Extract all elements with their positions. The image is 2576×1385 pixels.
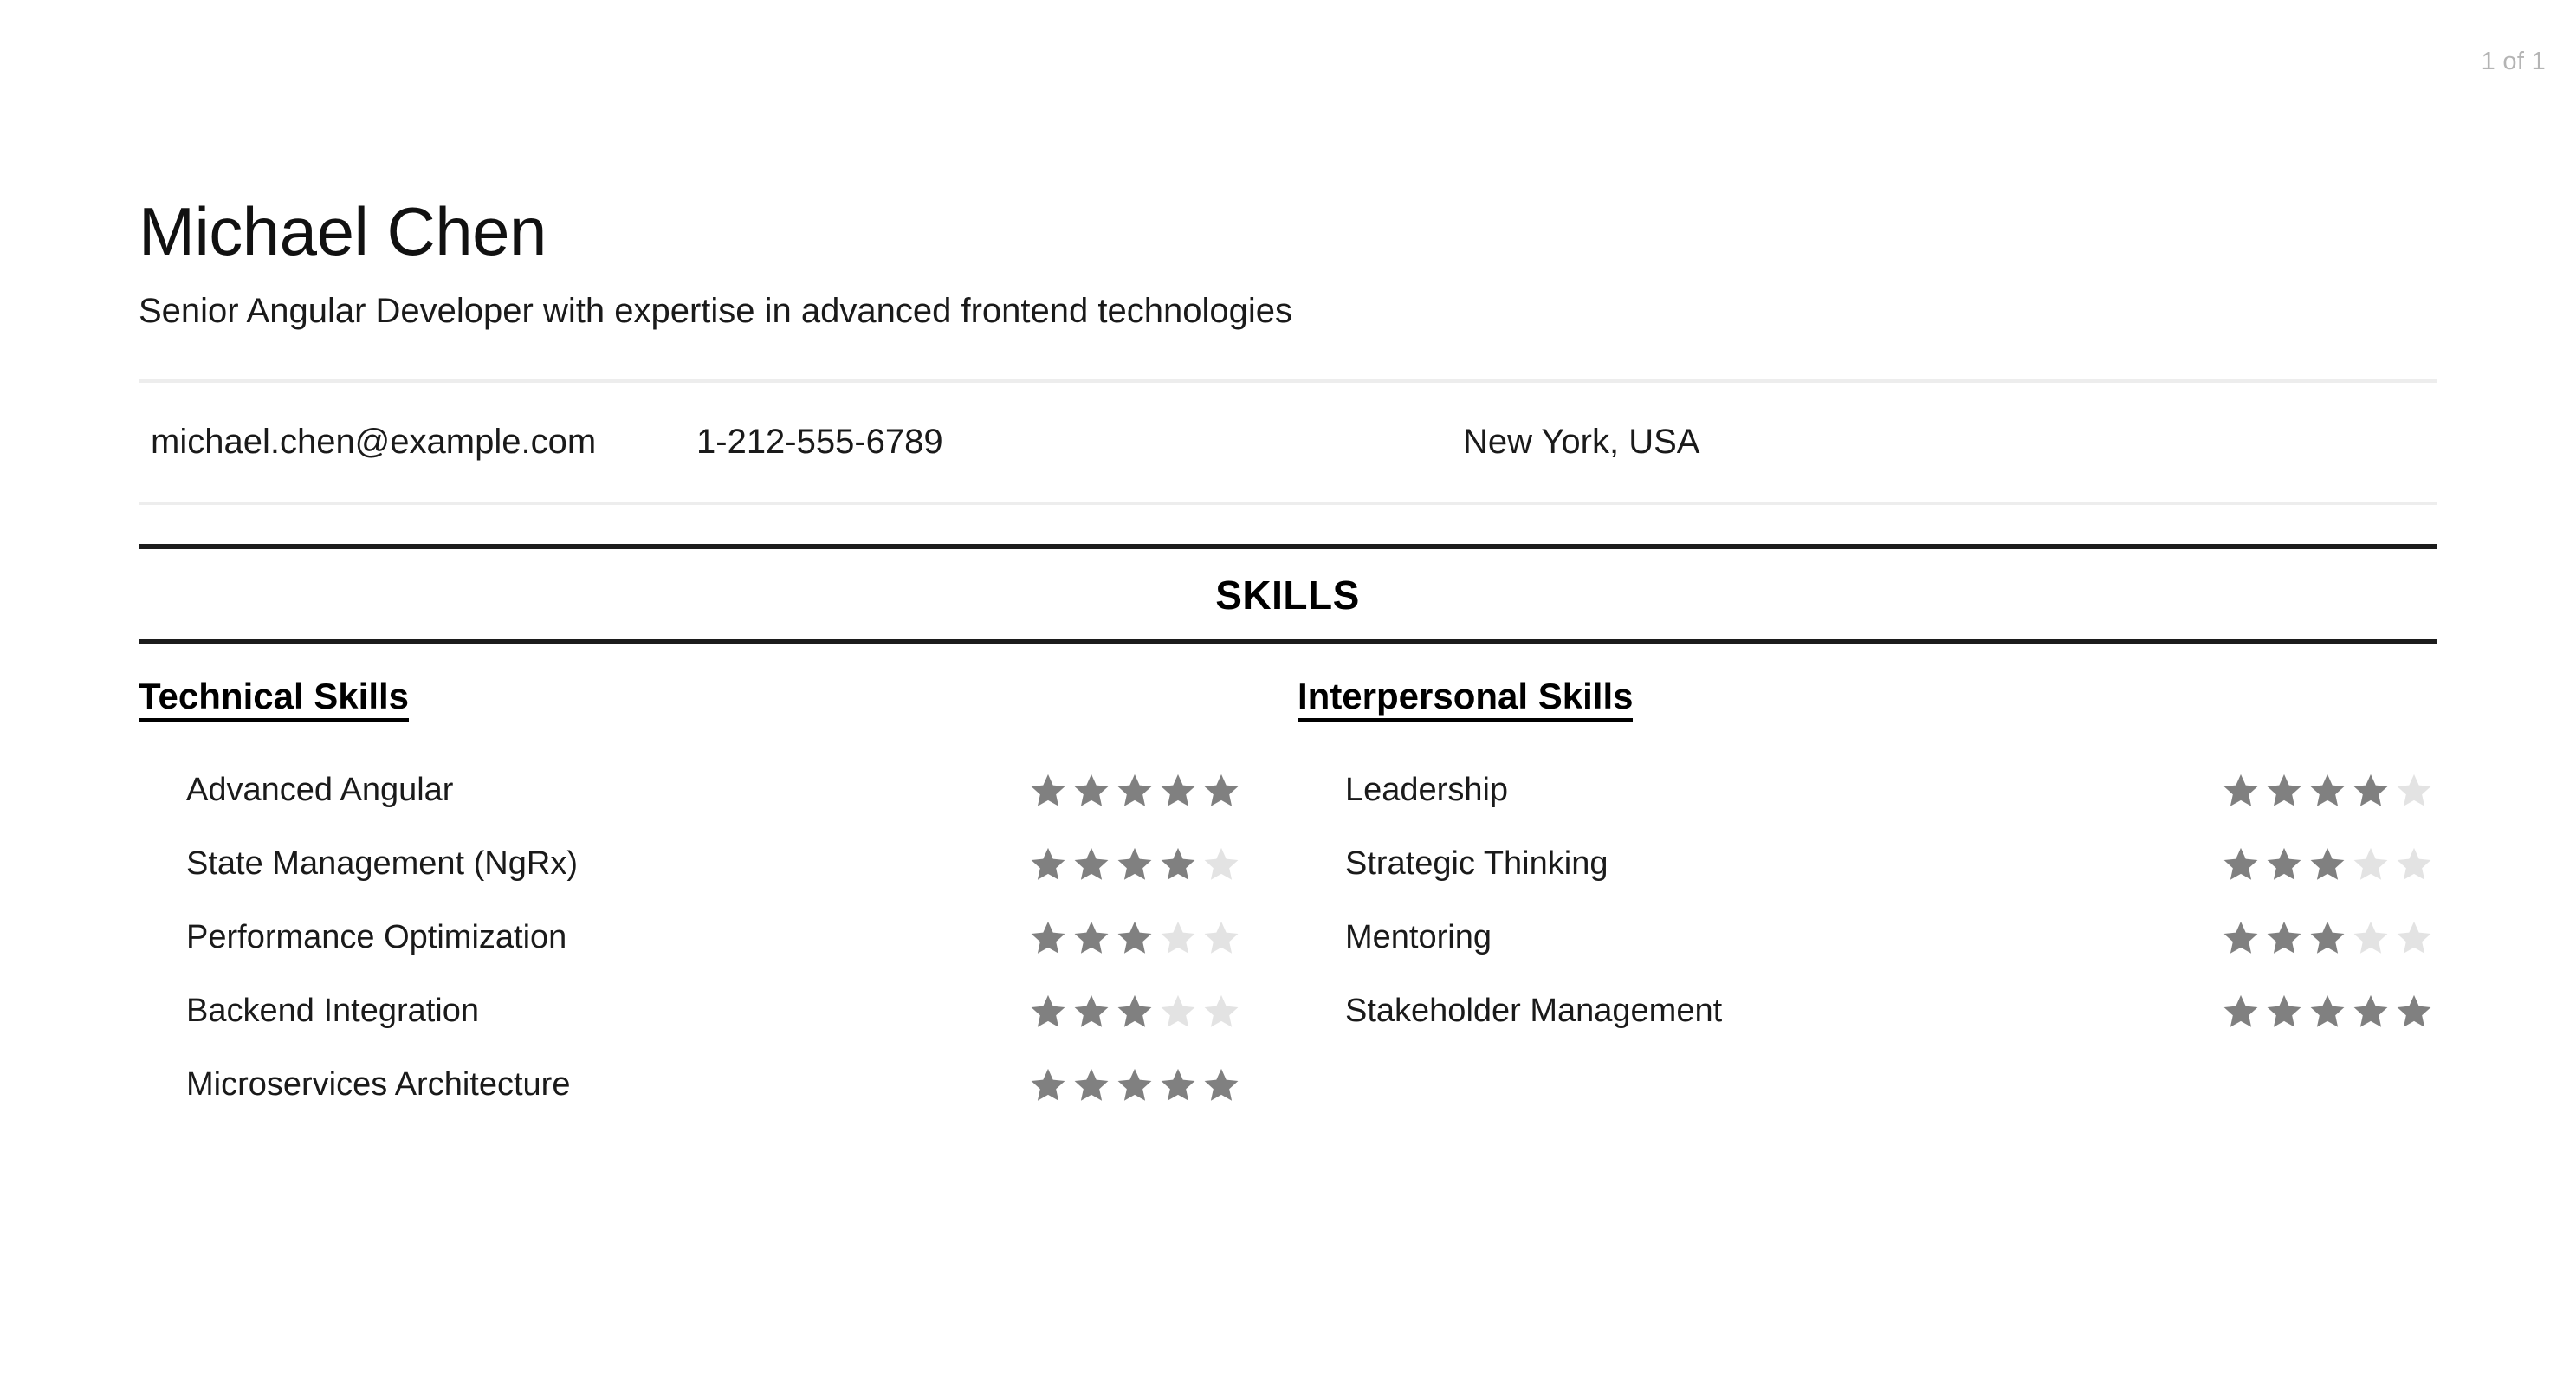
star-filled-icon [2310, 994, 2345, 1027]
star-filled-icon [2223, 921, 2258, 954]
skill-row: State Management (NgRx) [139, 827, 1287, 901]
star-filled-icon [1074, 847, 1109, 880]
star-filled-icon [1204, 773, 1239, 806]
skill-row: Stakeholder Management [1298, 974, 2436, 1048]
star-filled-icon [2397, 994, 2431, 1027]
skill-name: State Management (NgRx) [186, 845, 578, 883]
star-filled-icon [1117, 921, 1152, 954]
resume-page: 1 of 1 Michael Chen Senior Angular Devel… [0, 0, 2576, 1385]
star-filled-icon [1161, 847, 1195, 880]
skills-columns: Technical Skills Advanced Angular State Ma… [139, 676, 2437, 1122]
star-filled-icon [2223, 773, 2258, 806]
star-filled-icon [1031, 847, 1065, 880]
candidate-tagline: Senior Angular Developer with expertise … [139, 292, 1292, 330]
star-empty-icon [2397, 921, 2431, 954]
skill-list: Advanced Angular State Management (NgRx) P… [139, 754, 1287, 1122]
star-empty-icon [1161, 921, 1195, 954]
star-filled-icon [2223, 847, 2258, 880]
skill-name: Backend Integration [186, 993, 480, 1030]
skill-row: Strategic Thinking [1298, 827, 2436, 901]
star-empty-icon [2397, 773, 2431, 806]
star-empty-icon [1204, 847, 1239, 880]
skill-row: Backend Integration [139, 974, 1287, 1048]
skill-list: Leadership Strategic Thinking Mentoring Sta… [1298, 754, 2436, 1048]
star-filled-icon [2267, 773, 2301, 806]
star-filled-icon [2267, 994, 2301, 1027]
star-filled-icon [1117, 773, 1152, 806]
skills-column-heading: Technical Skills [139, 676, 410, 723]
resume-header: Michael Chen Senior Angular Developer wi… [139, 0, 2437, 331]
skill-rating-stars [1029, 845, 1287, 883]
star-filled-icon [1074, 921, 1109, 954]
star-empty-icon [1204, 921, 1239, 954]
star-filled-icon [2310, 773, 2345, 806]
star-filled-icon [1117, 847, 1152, 880]
skill-rating-stars [1029, 993, 1287, 1031]
contact-strip: michael.chen@example.com 1-212-555-6789 … [139, 379, 2437, 505]
skill-row: Leadership [1298, 754, 2436, 827]
skill-name: Leadership [1345, 772, 1509, 809]
star-filled-icon [2353, 994, 2388, 1027]
skill-rating-stars [2222, 993, 2436, 1031]
skill-name: Stakeholder Management [1345, 993, 1723, 1030]
star-empty-icon [2353, 847, 2388, 880]
skill-name: Mentoring [1345, 919, 1492, 956]
resume-content: Michael Chen Senior Angular Developer wi… [139, 0, 2437, 1122]
star-filled-icon [1074, 994, 1109, 1027]
star-empty-icon [2353, 921, 2388, 954]
star-empty-icon [1161, 994, 1195, 1027]
candidate-name: Michael Chen [139, 193, 547, 269]
skill-rating-stars [1029, 1066, 1287, 1104]
page-indicator: 1 of 1 [2481, 48, 2546, 75]
star-filled-icon [1161, 1068, 1195, 1101]
skill-row: Mentoring [1298, 901, 2436, 974]
section-divider-bottom [139, 639, 2437, 644]
star-filled-icon [1074, 1068, 1109, 1101]
star-filled-icon [1204, 1068, 1239, 1101]
skill-name: Advanced Angular [186, 772, 454, 809]
star-filled-icon [2267, 921, 2301, 954]
star-filled-icon [1031, 921, 1065, 954]
star-filled-icon [1074, 773, 1109, 806]
skill-row: Microservices Architecture [139, 1048, 1287, 1122]
contact-location: New York, USA [1463, 423, 1700, 461]
skills-column-heading: Interpersonal Skills [1298, 676, 1634, 723]
star-filled-icon [1117, 1068, 1152, 1101]
star-filled-icon [2310, 921, 2345, 954]
skill-name: Microservices Architecture [186, 1066, 571, 1103]
skills-column-interpersonal: Interpersonal Skills Leadership Strategic … [1287, 676, 2436, 1122]
section-title-skills: SKILLS [1215, 573, 1360, 618]
contact-email[interactable]: michael.chen@example.com [151, 423, 696, 462]
star-filled-icon [1031, 1068, 1065, 1101]
skill-rating-stars [1029, 772, 1287, 810]
skill-rating-stars [1029, 919, 1287, 957]
skill-rating-stars [2222, 845, 2436, 883]
skill-rating-stars [2222, 772, 2436, 810]
star-filled-icon [1031, 773, 1065, 806]
skill-rating-stars [2222, 919, 2436, 957]
skill-row: Advanced Angular [139, 754, 1287, 827]
star-empty-icon [1204, 994, 1239, 1027]
star-filled-icon [2267, 847, 2301, 880]
skills-section: SKILLS Technical Skills Advanced Angular S… [139, 544, 2437, 1122]
star-filled-icon [1031, 994, 1065, 1027]
skill-name: Strategic Thinking [1345, 845, 1608, 883]
star-filled-icon [1161, 773, 1195, 806]
skill-row: Performance Optimization [139, 901, 1287, 974]
star-filled-icon [2353, 773, 2388, 806]
skill-name: Performance Optimization [186, 919, 567, 956]
star-filled-icon [2223, 994, 2258, 1027]
star-filled-icon [1117, 994, 1152, 1027]
skills-column-technical: Technical Skills Advanced Angular State Ma… [139, 676, 1287, 1122]
star-empty-icon [2397, 847, 2431, 880]
contact-phone[interactable]: 1-212-555-6789 [696, 423, 1463, 462]
star-filled-icon [2310, 847, 2345, 880]
